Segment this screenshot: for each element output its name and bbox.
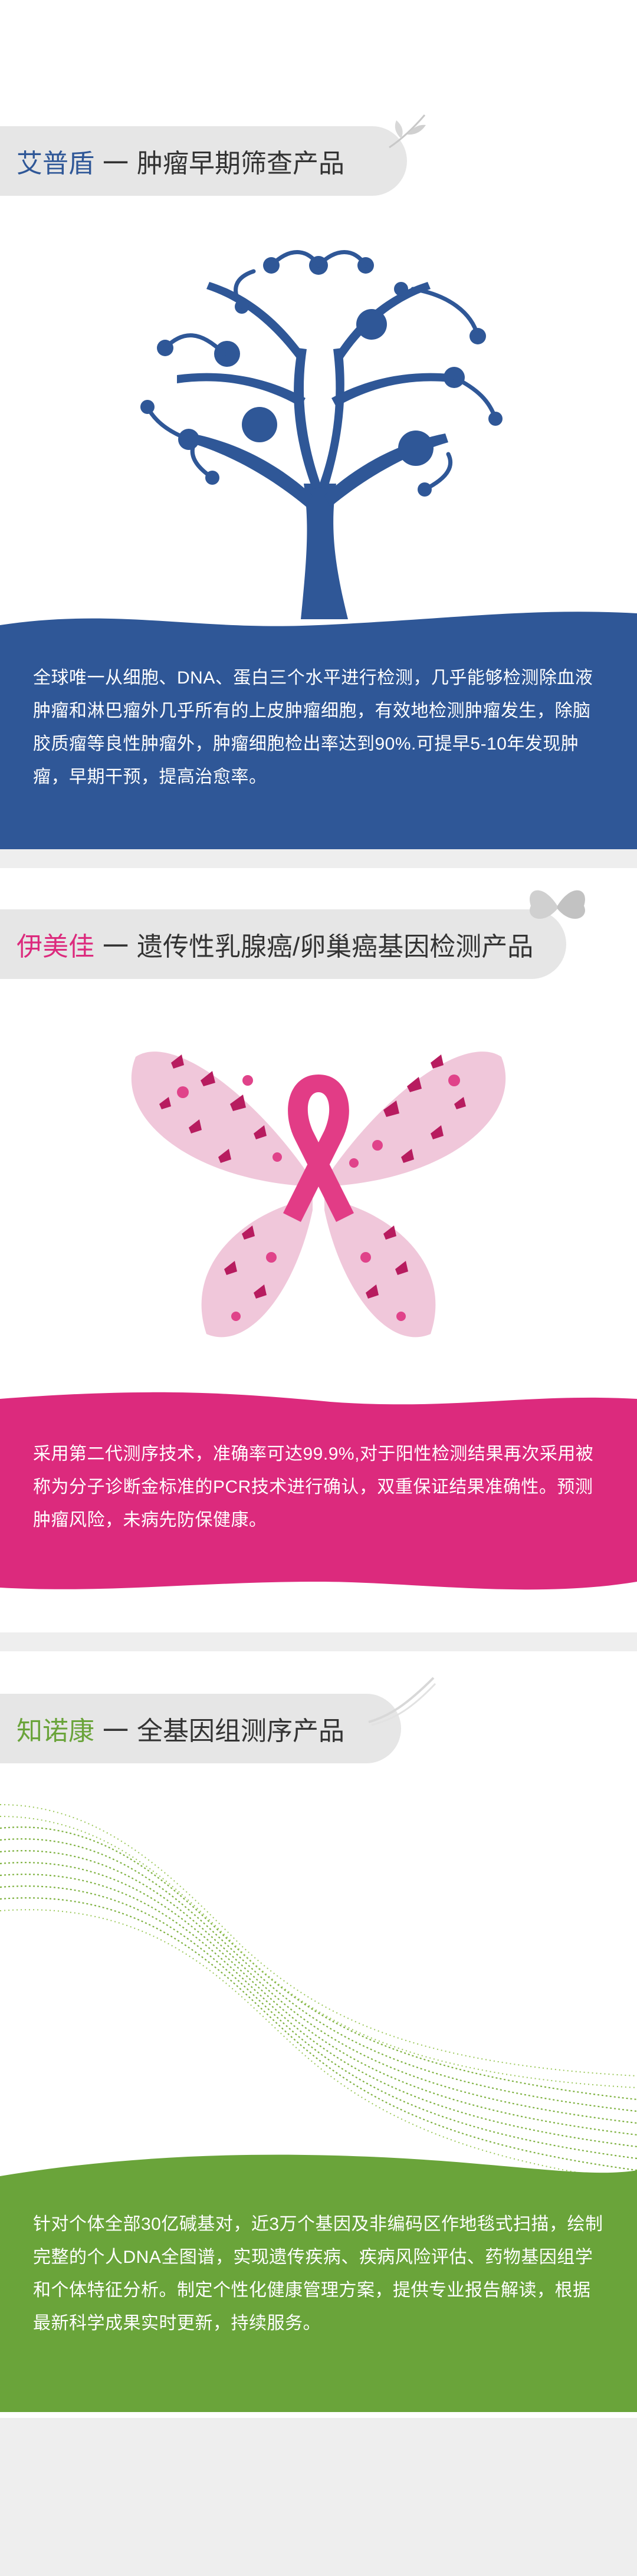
brand-name: 艾普盾 <box>17 149 94 178</box>
dna-tree-illustration: A T C <box>140 250 503 619</box>
section-separator <box>0 1632 637 1651</box>
section-title-yimeijia: 伊美佳 一 遗传性乳腺癌/卵巢癌基因检测产品 <box>0 909 566 979</box>
section-title-zhinuokang: 知诺康 一 全基因组测序产品 <box>0 1694 401 1763</box>
section-yimeijia: 伊美佳 一 遗传性乳腺癌/卵巢癌基因检测产品 采用第二代测序技术，准确率可达99… <box>0 868 637 1632</box>
section-description: 全球唯一从细胞、DNA、蛋白三个水平进行检测，几乎能够检测除血液肿瘤和淋巴瘤外几… <box>33 668 593 787</box>
title-dash: 一 <box>103 149 129 178</box>
svg-text:T: T <box>425 347 432 360</box>
butterfly-icon <box>530 890 585 919</box>
title-dash: 一 <box>103 932 129 961</box>
section-description: 采用第二代测序技术，准确率可达99.9%,对于阳性检测结果再次采用被称为分子诊断… <box>33 1444 594 1530</box>
swirl-icon <box>368 1677 436 1726</box>
product-name: 全基因组测序产品 <box>137 1717 344 1746</box>
brand-name: 伊美佳 <box>17 932 94 961</box>
butterfly-ribbon-illustration <box>131 1052 506 1338</box>
section-separator <box>0 2418 637 2576</box>
section-title-apudun: 艾普盾 一 肿瘤早期筛查产品 <box>0 126 407 196</box>
svg-text:A: A <box>418 335 426 348</box>
section-zhinuokang: 知诺康 一 全基因组测序产品 针对个体全部30亿碱基对，近3万个基因及非编码区作… <box>0 1651 637 2576</box>
product-name: 遗传性乳腺癌/卵巢癌基因检测产品 <box>137 932 534 961</box>
title-dash: 一 <box>103 1717 129 1746</box>
section-description: 针对个体全部30亿碱基对，近3万个基因及非编码区作地毯式扫描，绘制完整的个人DN… <box>33 2214 603 2333</box>
brand-name: 知诺康 <box>17 1717 94 1746</box>
section-separator <box>0 849 637 868</box>
leaf-icon <box>389 114 426 149</box>
product-name: 肿瘤早期筛查产品 <box>137 149 344 178</box>
svg-text:C: C <box>418 359 426 372</box>
section-apudun: 艾普盾 一 肿瘤早期筛查产品 A T C 全球唯一从细胞、DNA、蛋白三个水平进… <box>0 0 637 849</box>
